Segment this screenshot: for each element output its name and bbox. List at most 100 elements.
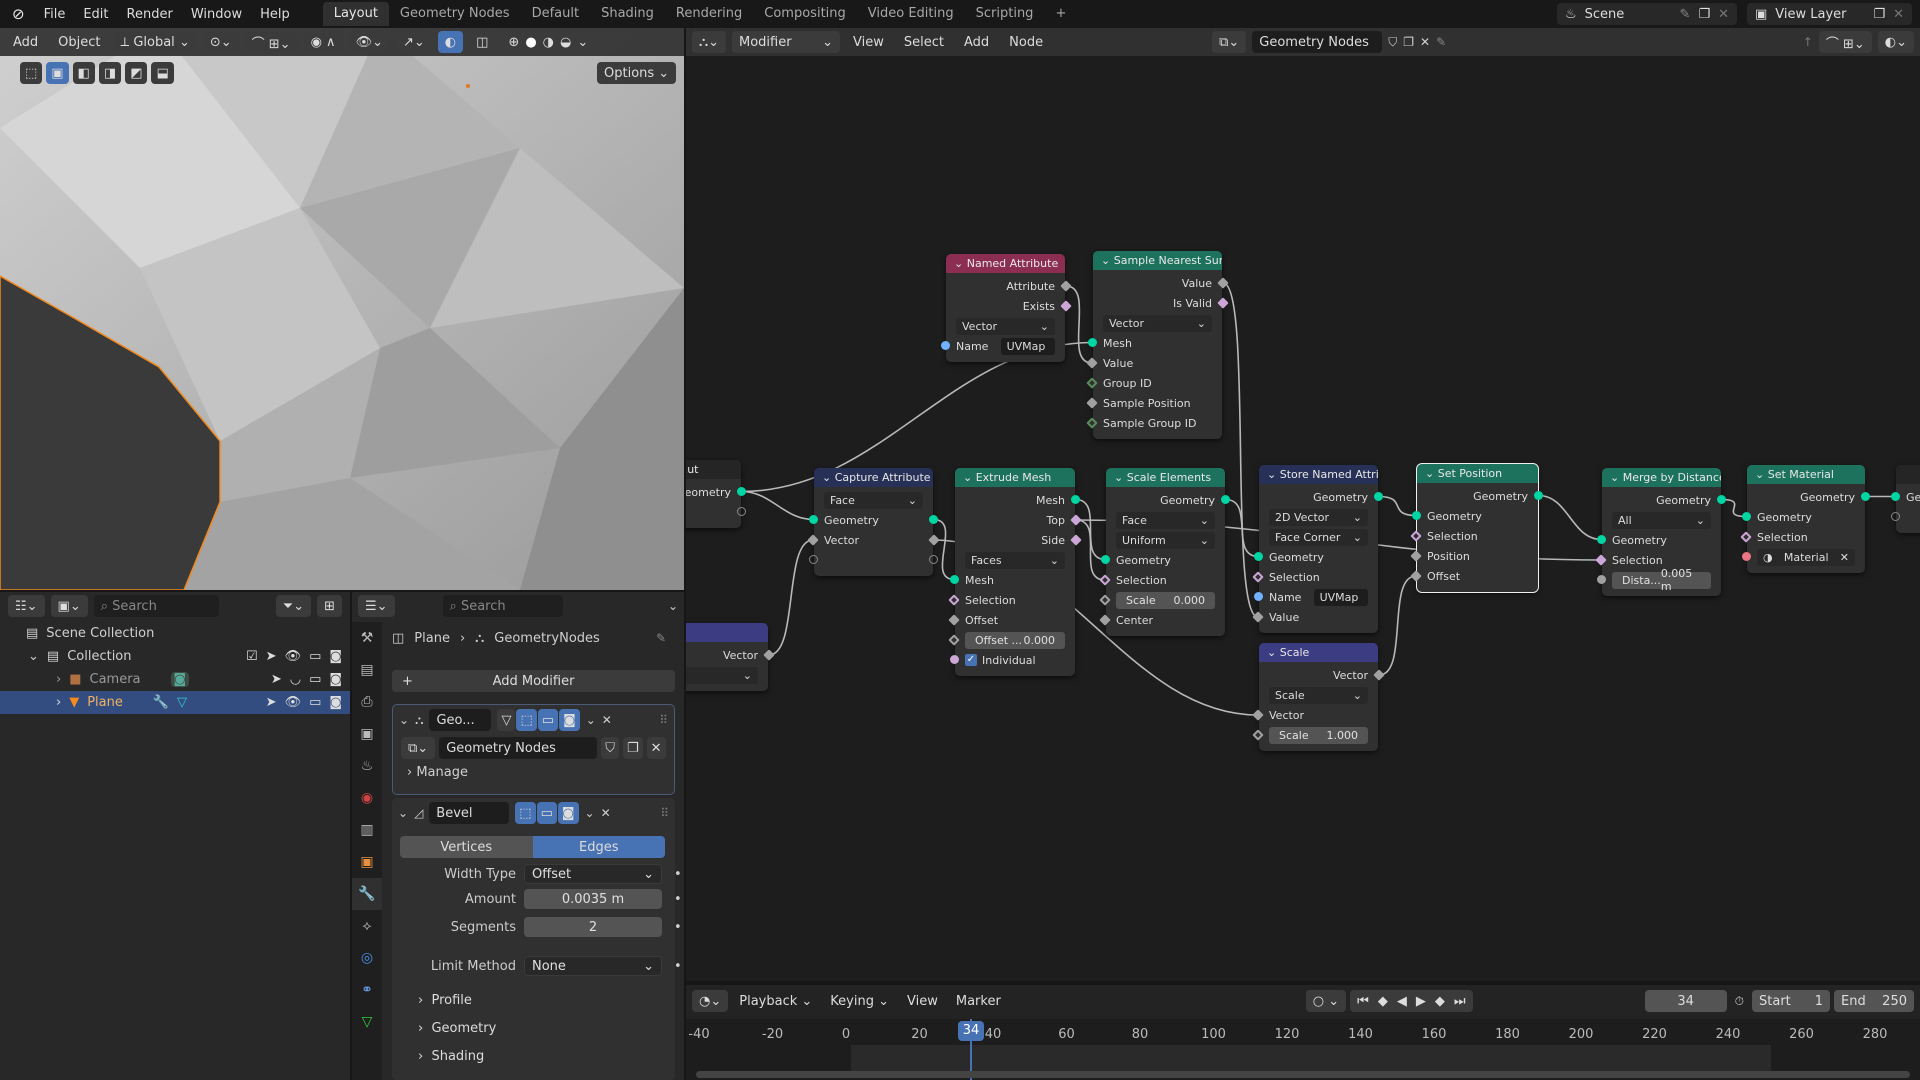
editor-type-dropdown[interactable]: ☷⌄	[8, 595, 45, 617]
mat-socket[interactable]	[1742, 552, 1751, 561]
node-dropdown[interactable]: ⌄	[686, 666, 758, 684]
node-sample-nearest[interactable]: ⌄ Sample Nearest Surf... Value Is Valid Vec…	[1086, 251, 1229, 439]
selectable-icon[interactable]: ➤	[271, 672, 282, 687]
node-header[interactable]: ⌄ Merge by Distance	[1602, 468, 1721, 487]
node-dropdown[interactable]: Face ⌄	[1116, 511, 1215, 529]
node-header[interactable]	[1896, 465, 1920, 484]
tab-geometry-nodes[interactable]: Geometry Nodes	[389, 2, 521, 26]
node-dropdown[interactable]: All ⌄	[1612, 511, 1711, 529]
particles-tab-icon[interactable]: ⟡	[352, 910, 382, 942]
visibility-icon[interactable]: ◡	[290, 672, 301, 687]
outliner-item-camera[interactable]: › ■ Camera ◙ ➤ ◡ ▭ ◙	[0, 668, 350, 691]
affect-edges-button[interactable]: Edges	[532, 836, 665, 858]
keyframe-dot-icon[interactable]: •	[674, 959, 682, 974]
node-dropdown[interactable]: 2D Vector ⌄	[1269, 508, 1368, 526]
select-subtract-icon[interactable]: ◨	[98, 62, 122, 84]
options-chevron-icon[interactable]: ⌄	[668, 599, 678, 613]
node-value-field[interactable]: Offset ... 0.000	[965, 631, 1065, 649]
width-type-dropdown[interactable]: Offset ⌄	[524, 864, 662, 884]
geo-socket[interactable]	[929, 515, 938, 524]
collapse-chevron-icon[interactable]: ⌄	[1425, 467, 1438, 480]
node-dropdown[interactable]: Faces ⌄	[965, 551, 1065, 569]
geo-socket[interactable]	[1412, 511, 1421, 520]
menu-add[interactable]: Add	[6, 35, 45, 50]
tool-tab-icon[interactable]: ⚒	[352, 622, 382, 654]
visibility-dropdown[interactable]: 👁⌄	[348, 31, 390, 53]
jump-end-icon[interactable]: ⏭	[1454, 994, 1466, 1009]
world-tab-icon[interactable]: ◉	[352, 782, 382, 814]
outliner-search[interactable]: ⌕ Search	[93, 595, 219, 617]
geo-socket[interactable]	[950, 575, 959, 584]
constraints-tab-icon[interactable]: ⚭	[352, 974, 382, 1006]
clear-icon[interactable]: ✕	[1840, 551, 1849, 564]
tab-video-editing[interactable]: Video Editing	[857, 2, 965, 26]
menu-window[interactable]: Window	[182, 7, 251, 22]
node-link[interactable]	[1378, 495, 1417, 517]
unlink-icon[interactable]: ✕	[1420, 35, 1430, 49]
gizmo-toggle[interactable]: ↗⌄	[395, 31, 432, 53]
snap-toggle[interactable]: ⌒ ⊞⌄	[244, 31, 298, 53]
duplicate-icon[interactable]: ❐	[1403, 35, 1414, 49]
limit-method-dropdown[interactable]: None ⌄	[524, 956, 662, 976]
collapse-chevron-icon[interactable]: ⌄	[1755, 468, 1768, 481]
collection-tab-icon[interactable]: ▥	[352, 814, 382, 846]
node-set-mat[interactable]: ⌄ Set Material Geometry Geometry Selection ◑…	[1740, 465, 1870, 573]
str-socket[interactable]	[1254, 592, 1263, 601]
menu-playback[interactable]: Playback ⌄	[732, 994, 819, 1009]
pivot-dropdown[interactable]: ⊙⌄	[202, 31, 239, 53]
node-header[interactable]: ⌄ Named Attribute	[946, 254, 1065, 273]
node-dropdown[interactable]: Vector ⌄	[956, 317, 1055, 335]
menu-marker[interactable]: Marker	[949, 994, 1008, 1009]
data-tab-icon[interactable]: ▽	[352, 1006, 382, 1038]
str-socket[interactable]	[941, 341, 950, 350]
fake-user-icon[interactable]: ⛉	[1388, 35, 1397, 50]
drag-handle-icon[interactable]: ⠿	[660, 806, 669, 820]
collapse-chevron-icon[interactable]: ⌄	[1101, 254, 1114, 267]
duplicate-icon[interactable]: ❐	[622, 737, 643, 759]
subpanel-geometry[interactable]: › Geometry	[418, 1021, 496, 1036]
node-capture[interactable]: ⌄ Capture Attribute Face ⌄ Geometry Vector	[807, 468, 940, 576]
viewport-disable-icon[interactable]: ▭	[309, 695, 321, 710]
visibility-icon[interactable]: 👁	[285, 695, 302, 710]
node-dropdown[interactable]: Vector ⌄	[1103, 314, 1212, 332]
timeline-scrollbar[interactable]	[696, 1071, 1910, 1078]
solid-icon[interactable]: ●	[525, 35, 536, 50]
copy-icon[interactable]: ❐	[1873, 7, 1885, 22]
end-frame-field[interactable]: End 250	[1834, 990, 1914, 1012]
modifier-menu-chevron-icon[interactable]: ⌄	[586, 713, 596, 727]
render-icon[interactable]: ◙	[329, 672, 342, 687]
expand-chevron-icon[interactable]: ›	[56, 672, 61, 687]
editor-type-dropdown[interactable]: ◔⌄	[692, 990, 729, 1012]
node-header[interactable]: ⌄ Scale Elements	[1106, 468, 1225, 487]
node-group-output[interactable]: Ge	[1891, 465, 1920, 533]
node-header[interactable]: ⌄ Store Named Attrib...	[1259, 465, 1378, 484]
scene-tab-icon[interactable]: ♨	[352, 750, 382, 782]
tab-shading[interactable]: Shading	[590, 2, 665, 26]
overlays-toggle[interactable]: ◐	[437, 31, 464, 53]
node-header[interactable]: ⌄ Extrude Mesh	[955, 468, 1075, 487]
xray-toggle[interactable]: ◫	[469, 31, 496, 53]
menu-view[interactable]: View	[846, 35, 891, 50]
snap-icon[interactable]: ⌒ ⊞⌄	[1818, 31, 1872, 53]
geo-socket[interactable]	[737, 487, 746, 496]
parent-node-tree-icon[interactable]: ↑	[1803, 35, 1813, 49]
menu-edit[interactable]: Edit	[74, 7, 117, 22]
collapse-chevron-icon[interactable]: ⌄	[399, 713, 409, 727]
tab-scripting[interactable]: Scripting	[965, 2, 1045, 26]
outliner-item-collection[interactable]: ⌄ ▤ Collection ☑ ➤ 👁 ▭ ◙	[0, 645, 350, 668]
modifier-wrench-icon[interactable]: 🔧	[153, 695, 169, 710]
selectable-icon[interactable]: ➤	[266, 649, 277, 664]
fake-user-icon[interactable]: ⛉	[601, 737, 619, 759]
pin-icon[interactable]: ✎	[656, 631, 666, 645]
node-link[interactable]	[1222, 282, 1259, 618]
menu-add[interactable]: Add	[957, 35, 996, 50]
node-group-name[interactable]: Geometry Nodes	[439, 737, 598, 759]
prev-keyframe-icon[interactable]: ◆	[1378, 994, 1388, 1009]
tab-layout[interactable]: Layout	[322, 2, 389, 26]
node-named-attr[interactable]: ⌄ Named Attribute Attribute Exists Vector ⌄ N…	[941, 254, 1072, 362]
pin-icon[interactable]: ✎	[1680, 7, 1691, 22]
collapse-chevron-icon[interactable]: ⌄	[1267, 646, 1280, 659]
editor-type-dropdown[interactable]: ☰⌄	[358, 595, 395, 617]
transform-orientation-dropdown[interactable]: ⟂ Global ⌄	[113, 31, 197, 53]
blender-logo-icon[interactable]: ⊘	[0, 5, 35, 23]
